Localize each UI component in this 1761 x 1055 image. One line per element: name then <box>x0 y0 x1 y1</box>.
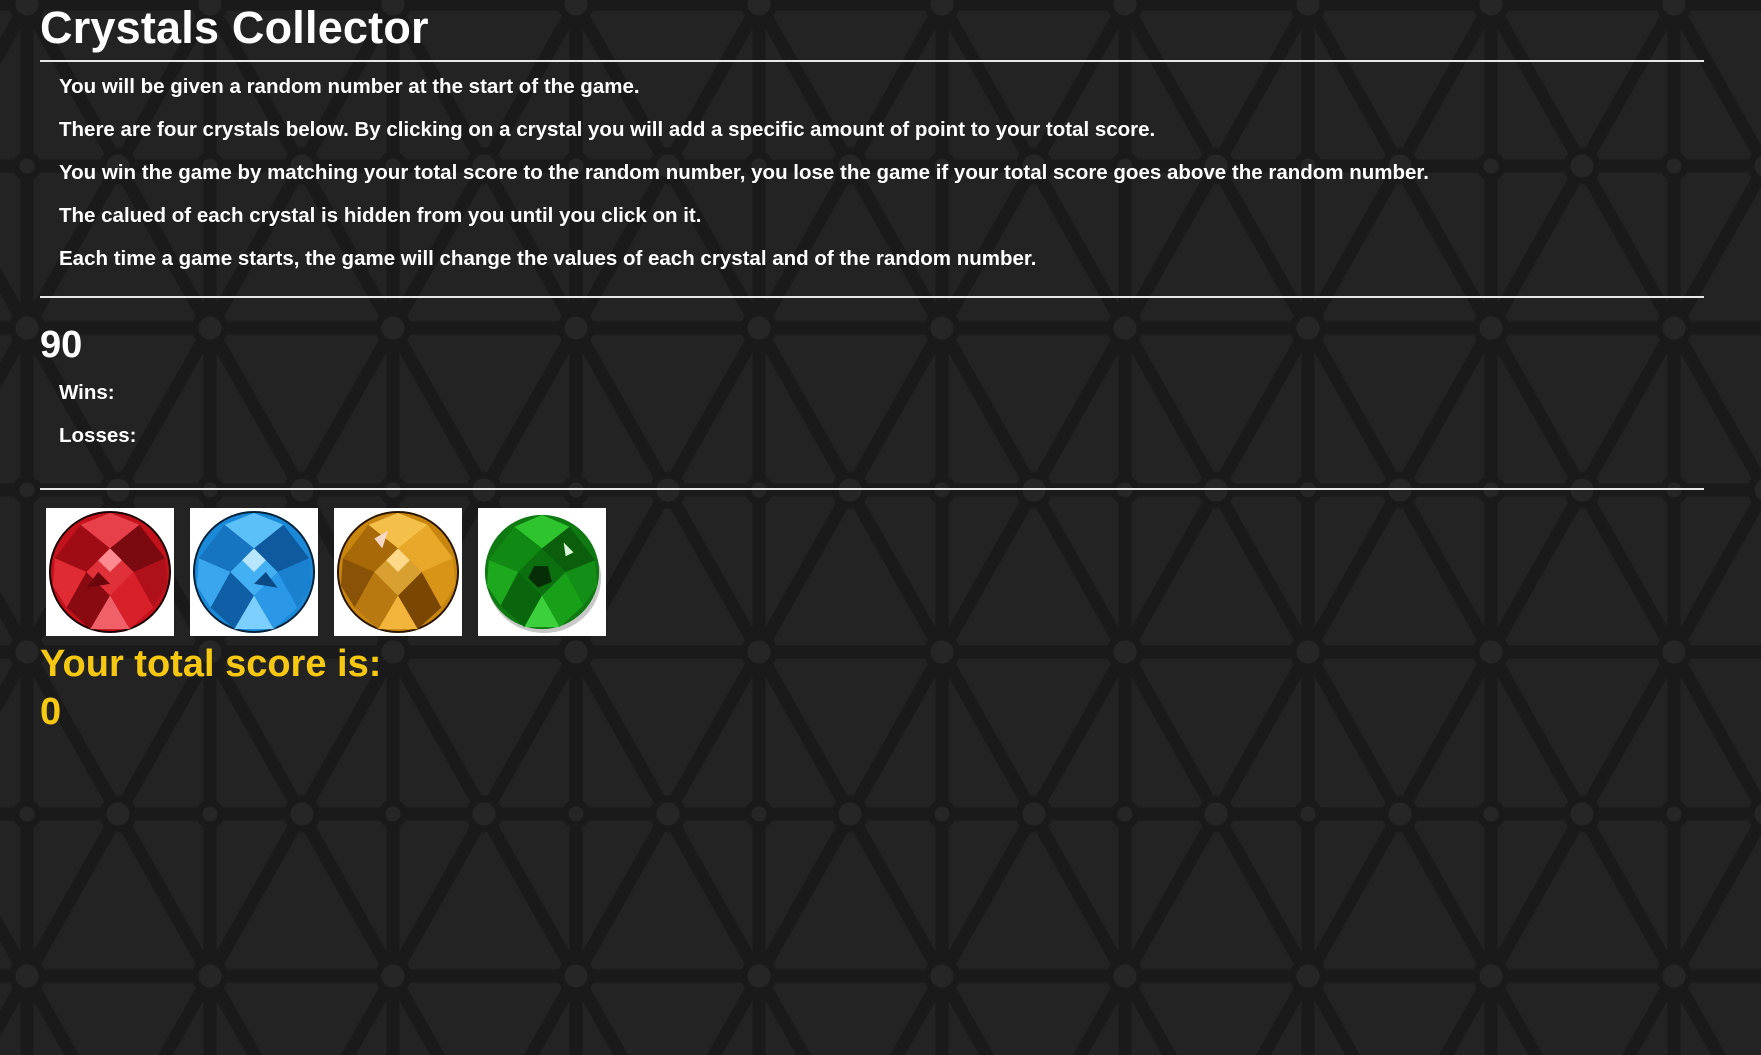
total-score-value: 0 <box>40 691 62 733</box>
instruction-line: You will be given a random number at the… <box>59 75 640 98</box>
wins-label: Wins: <box>59 381 115 404</box>
instruction-line: The calued of each crystal is hidden fro… <box>59 204 702 227</box>
red-crystal-icon <box>48 510 172 634</box>
stats-panel: Wins: Losses: <box>40 370 1704 488</box>
orange-crystal-button[interactable] <box>334 508 462 636</box>
instruction-line: There are four crystals below. By clicki… <box>59 118 1156 141</box>
instruction-line: You win the game by matching your total … <box>59 161 1429 184</box>
instructions: You will be given a random number at the… <box>40 62 1704 296</box>
red-crystal-button[interactable] <box>46 508 174 636</box>
orange-crystal-icon <box>336 510 460 634</box>
blue-crystal-button[interactable] <box>190 508 318 636</box>
total-score-label: Your total score is: <box>40 643 382 685</box>
crystal-row <box>40 490 1704 636</box>
random-number: 90 <box>40 324 83 366</box>
blue-crystal-icon <box>192 510 316 634</box>
game-container: Crystals Collector You will be given a r… <box>40 0 1704 732</box>
losses-label: Losses: <box>59 424 137 447</box>
instruction-line: Each time a game starts, the game will c… <box>59 247 1037 270</box>
green-crystal-button[interactable] <box>478 508 606 636</box>
green-crystal-icon <box>484 514 602 634</box>
page-title: Crystals Collector <box>40 2 429 53</box>
